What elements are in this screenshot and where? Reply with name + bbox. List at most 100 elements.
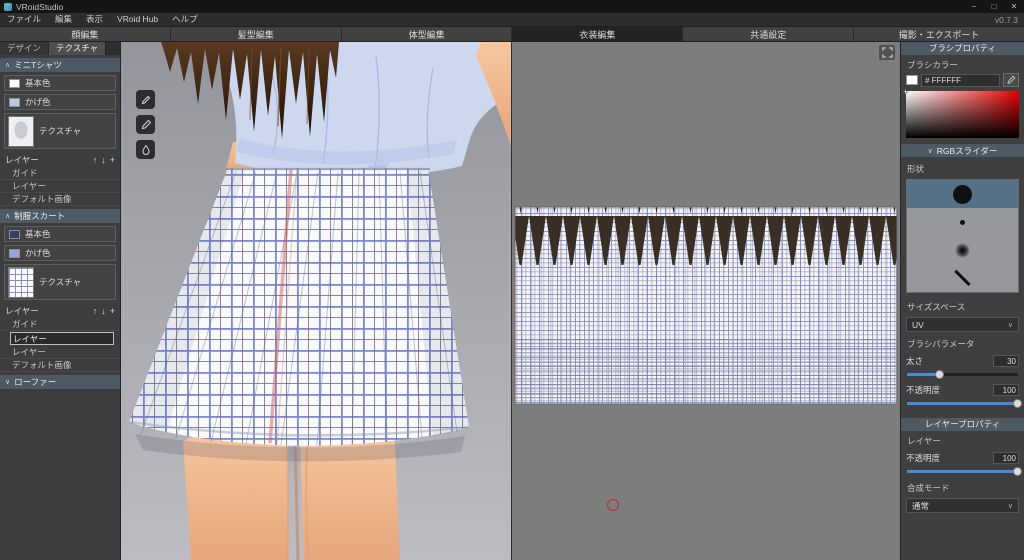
layer-up-icon[interactable]: ↑ bbox=[93, 306, 98, 316]
edit-mode-tabbar: 顔編集 髪型編集 体型編集 衣装編集 共通設定 撮影・エクスポート bbox=[0, 27, 1024, 42]
character-render[interactable] bbox=[121, 42, 511, 560]
layer-add-icon[interactable]: + bbox=[110, 306, 115, 316]
slider-knob[interactable] bbox=[1013, 399, 1022, 408]
chevron-up-icon: ∧ bbox=[5, 62, 11, 69]
tab-capture-export[interactable]: 撮影・エクスポート bbox=[854, 27, 1024, 41]
size-space-label: サイズスペース bbox=[907, 302, 966, 312]
blend-mode-value: 通常 bbox=[912, 500, 930, 511]
eyedropper-icon bbox=[1007, 75, 1016, 84]
size-space-select[interactable]: UV ∨ bbox=[906, 317, 1019, 332]
skirt-texture-row[interactable]: テクスチャ bbox=[4, 264, 116, 300]
shape-option-diagonal-line[interactable] bbox=[907, 264, 1018, 292]
saturation-value-picker[interactable]: + bbox=[903, 87, 1019, 138]
brush-params-label: ブラシパラメータ bbox=[907, 339, 975, 349]
tab-hair-edit[interactable]: 髪型編集 bbox=[170, 27, 342, 41]
tab-texture[interactable]: テクスチャ bbox=[49, 42, 107, 55]
layer-opacity-value-input[interactable]: 100 bbox=[993, 452, 1019, 464]
chevron-down-icon: ∨ bbox=[5, 379, 11, 386]
brush-opacity-slider[interactable] bbox=[907, 397, 1022, 410]
eyedropper-tool-button[interactable] bbox=[136, 115, 155, 134]
layer-up-icon[interactable]: ↑ bbox=[93, 155, 98, 165]
layer-rename-input[interactable] bbox=[10, 332, 114, 345]
thickness-slider[interactable] bbox=[907, 368, 1018, 381]
section-title: ローファー bbox=[14, 377, 57, 387]
list-item-guide[interactable]: ガイド bbox=[0, 318, 120, 331]
blend-mode-select[interactable]: 通常 ∨ bbox=[906, 498, 1019, 513]
layer-down-icon[interactable]: ↓ bbox=[101, 306, 106, 316]
brush-icon bbox=[141, 95, 150, 104]
fullscreen-icon bbox=[881, 47, 893, 58]
menu-view[interactable]: 表示 bbox=[79, 13, 110, 26]
menu-file[interactable]: ファイル bbox=[0, 13, 48, 26]
layer-down-icon[interactable]: ↓ bbox=[101, 155, 106, 165]
tab-body-edit[interactable]: 体型編集 bbox=[341, 27, 513, 41]
window-controls: − □ ✕ bbox=[964, 0, 1024, 13]
close-icon[interactable]: ✕ bbox=[1004, 0, 1024, 13]
eyedropper-button[interactable] bbox=[1003, 73, 1019, 87]
skirt-shade-color-row[interactable]: かげ色 bbox=[4, 245, 116, 261]
brush-properties-header: ブラシプロパティ bbox=[901, 42, 1024, 55]
opacity-label: 不透明度 bbox=[906, 385, 941, 395]
viewport-3d[interactable] bbox=[121, 42, 511, 560]
uv-editor-panel[interactable] bbox=[511, 42, 900, 560]
slider-knob[interactable] bbox=[935, 370, 945, 379]
section-header-uniform-skirt[interactable]: ∧ 制服スカート bbox=[0, 209, 120, 223]
texture-thumbnail bbox=[8, 115, 34, 147]
tab-design[interactable]: デザイン bbox=[0, 42, 50, 55]
list-item-default-image[interactable]: デフォルト画像 bbox=[0, 193, 120, 206]
shape-option-solid-circle[interactable] bbox=[907, 180, 1018, 208]
droplet-icon bbox=[141, 144, 150, 155]
opacity-value-input[interactable]: 100 bbox=[993, 384, 1019, 396]
maximize-icon[interactable]: □ bbox=[984, 0, 1004, 13]
brush-color-swatch[interactable] bbox=[906, 75, 918, 85]
skirt-base-color-row[interactable]: 基本色 bbox=[4, 226, 116, 242]
menu-help[interactable]: ヘルプ bbox=[165, 13, 205, 26]
brush-opacity-row: 不透明度 100 bbox=[901, 381, 1024, 397]
minimize-icon[interactable]: − bbox=[964, 0, 984, 13]
chevron-down-icon: ∨ bbox=[927, 147, 933, 155]
color-swatch bbox=[9, 248, 20, 258]
chevron-down-icon: ∨ bbox=[1007, 321, 1013, 329]
rgb-slider-section-header[interactable]: ∨ RGBスライダー bbox=[901, 144, 1024, 157]
slider-knob[interactable] bbox=[1013, 467, 1022, 476]
layer-opacity-label: 不透明度 bbox=[906, 453, 941, 463]
left-panel: デザイン テクスチャ ∧ ミニTシャツ 基本色 かげ色 テクスチャ レイヤー ↑… bbox=[0, 42, 121, 560]
shirt-shade-color-row[interactable]: かげ色 bbox=[4, 94, 116, 110]
shape-option-small-dot[interactable] bbox=[907, 208, 1018, 236]
shirt-layer-bar: レイヤー ↑ ↓ + bbox=[0, 152, 120, 167]
brush-tool-button[interactable] bbox=[136, 90, 155, 109]
menu-vroid-hub[interactable]: VRoid Hub bbox=[110, 13, 165, 26]
thickness-label: 太さ bbox=[906, 356, 924, 366]
layer-opacity-slider[interactable] bbox=[907, 465, 1022, 478]
tab-face-edit[interactable]: 顔編集 bbox=[0, 27, 171, 41]
shape-option-soft-circle[interactable] bbox=[907, 236, 1018, 264]
thickness-value-input[interactable]: 30 bbox=[993, 355, 1019, 367]
shirt-base-color-row[interactable]: 基本色 bbox=[4, 75, 116, 91]
menubar: ファイル 編集 表示 VRoid Hub ヘルプ v0.7.3 bbox=[0, 13, 1024, 27]
color-hex-input[interactable]: # FFFFFF bbox=[921, 73, 1000, 87]
section-header-loafers[interactable]: ∨ ローファー bbox=[0, 375, 120, 389]
menu-edit[interactable]: 編集 bbox=[48, 13, 79, 26]
shade-color-label: かげ色 bbox=[25, 97, 51, 107]
layer-add-icon[interactable]: + bbox=[110, 155, 115, 165]
list-item-default-image[interactable]: デフォルト画像 bbox=[0, 359, 120, 372]
blur-tool-button[interactable] bbox=[136, 140, 155, 159]
small-dot-icon bbox=[960, 219, 965, 225]
uv-texture-canvas[interactable] bbox=[512, 42, 900, 560]
window-title: VRoidStudio bbox=[16, 1, 64, 12]
list-item-layer[interactable]: レイヤー bbox=[0, 346, 120, 359]
texture-thumbnail bbox=[8, 266, 34, 298]
blend-mode-label: 合成モード bbox=[907, 483, 950, 493]
tab-common-settings[interactable]: 共通設定 bbox=[683, 27, 855, 41]
section-header-mini-tshirt[interactable]: ∧ ミニTシャツ bbox=[0, 58, 120, 72]
skirt-layer-bar: レイヤー ↑ ↓ + bbox=[0, 303, 120, 318]
brush-color-row: # FFFFFF bbox=[901, 73, 1024, 87]
layer-properties-header: レイヤープロパティ bbox=[901, 418, 1024, 431]
list-item-guide[interactable]: ガイド bbox=[0, 167, 120, 180]
list-item-layer[interactable]: レイヤー bbox=[0, 180, 120, 193]
shirt-texture-row[interactable]: テクスチャ bbox=[4, 113, 116, 149]
tab-clothing-edit[interactable]: 衣装編集 bbox=[512, 27, 684, 41]
uv-fullscreen-button[interactable] bbox=[879, 45, 895, 60]
paint-toolbar bbox=[136, 90, 155, 159]
vroid-studio-window: VRoidStudio − □ ✕ ファイル 編集 表示 VRoid Hub ヘ… bbox=[0, 0, 1024, 560]
